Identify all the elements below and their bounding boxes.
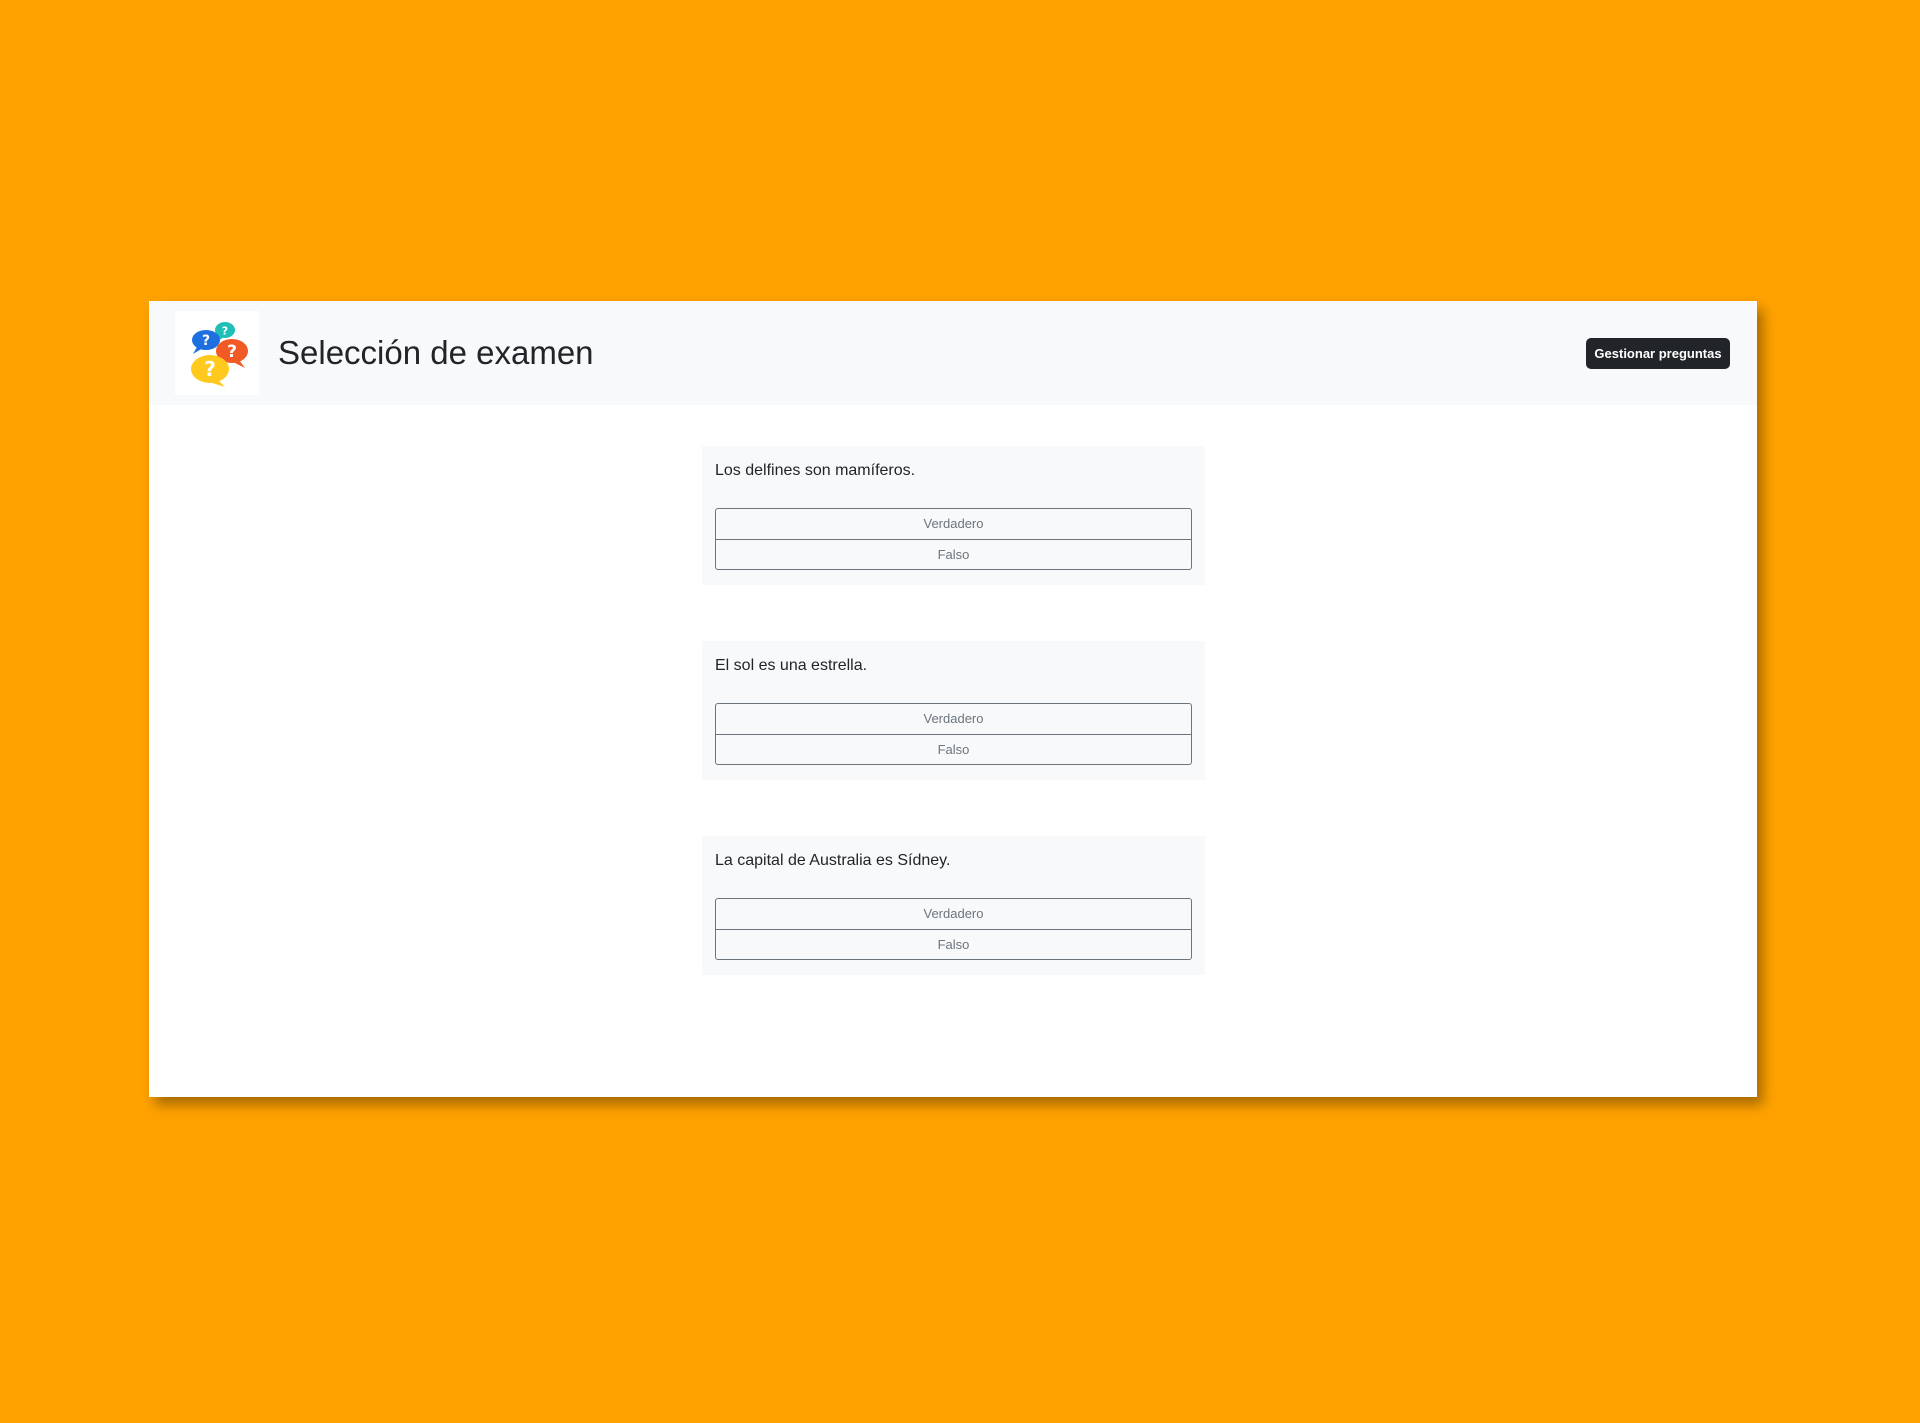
question-bubbles-icon: ? ? ? ? [175,311,259,395]
answer-options: Verdadero Falso [715,898,1192,960]
answer-options: Verdadero Falso [715,703,1192,765]
page-title: Selección de examen [278,334,594,371]
svg-text:?: ? [222,325,228,338]
option-false-button[interactable]: Falso [716,929,1191,959]
question-card: El sol es una estrella. Verdadero Falso [702,641,1205,780]
answer-options: Verdadero Falso [715,508,1192,570]
question-card: La capital de Australia es Sídney. Verda… [702,836,1205,975]
svg-text:?: ? [202,333,210,349]
option-false-button[interactable]: Falso [716,539,1191,569]
option-true-button[interactable]: Verdadero [716,704,1191,734]
question-text: La capital de Australia es Sídney. [715,852,951,869]
svg-text:?: ? [204,357,216,381]
option-true-button[interactable]: Verdadero [716,899,1191,929]
question-card: Los delfines son mamíferos. Verdadero Fa… [702,446,1205,585]
question-text: El sol es una estrella. [715,657,868,674]
question-text: Los delfines son mamíferos. [715,462,916,479]
svg-text:?: ? [227,342,237,362]
manage-questions-button[interactable]: Gestionar preguntas [1586,338,1730,369]
questions-list: Los delfines son mamíferos. Verdadero Fa… [702,446,1205,1031]
page-header: ? ? ? ? Selección de examen Gestionar pr… [149,301,1757,405]
option-false-button[interactable]: Falso [716,734,1191,764]
app-window: ? ? ? ? Selección de examen Gestionar pr… [149,301,1757,1097]
option-true-button[interactable]: Verdadero [716,509,1191,539]
